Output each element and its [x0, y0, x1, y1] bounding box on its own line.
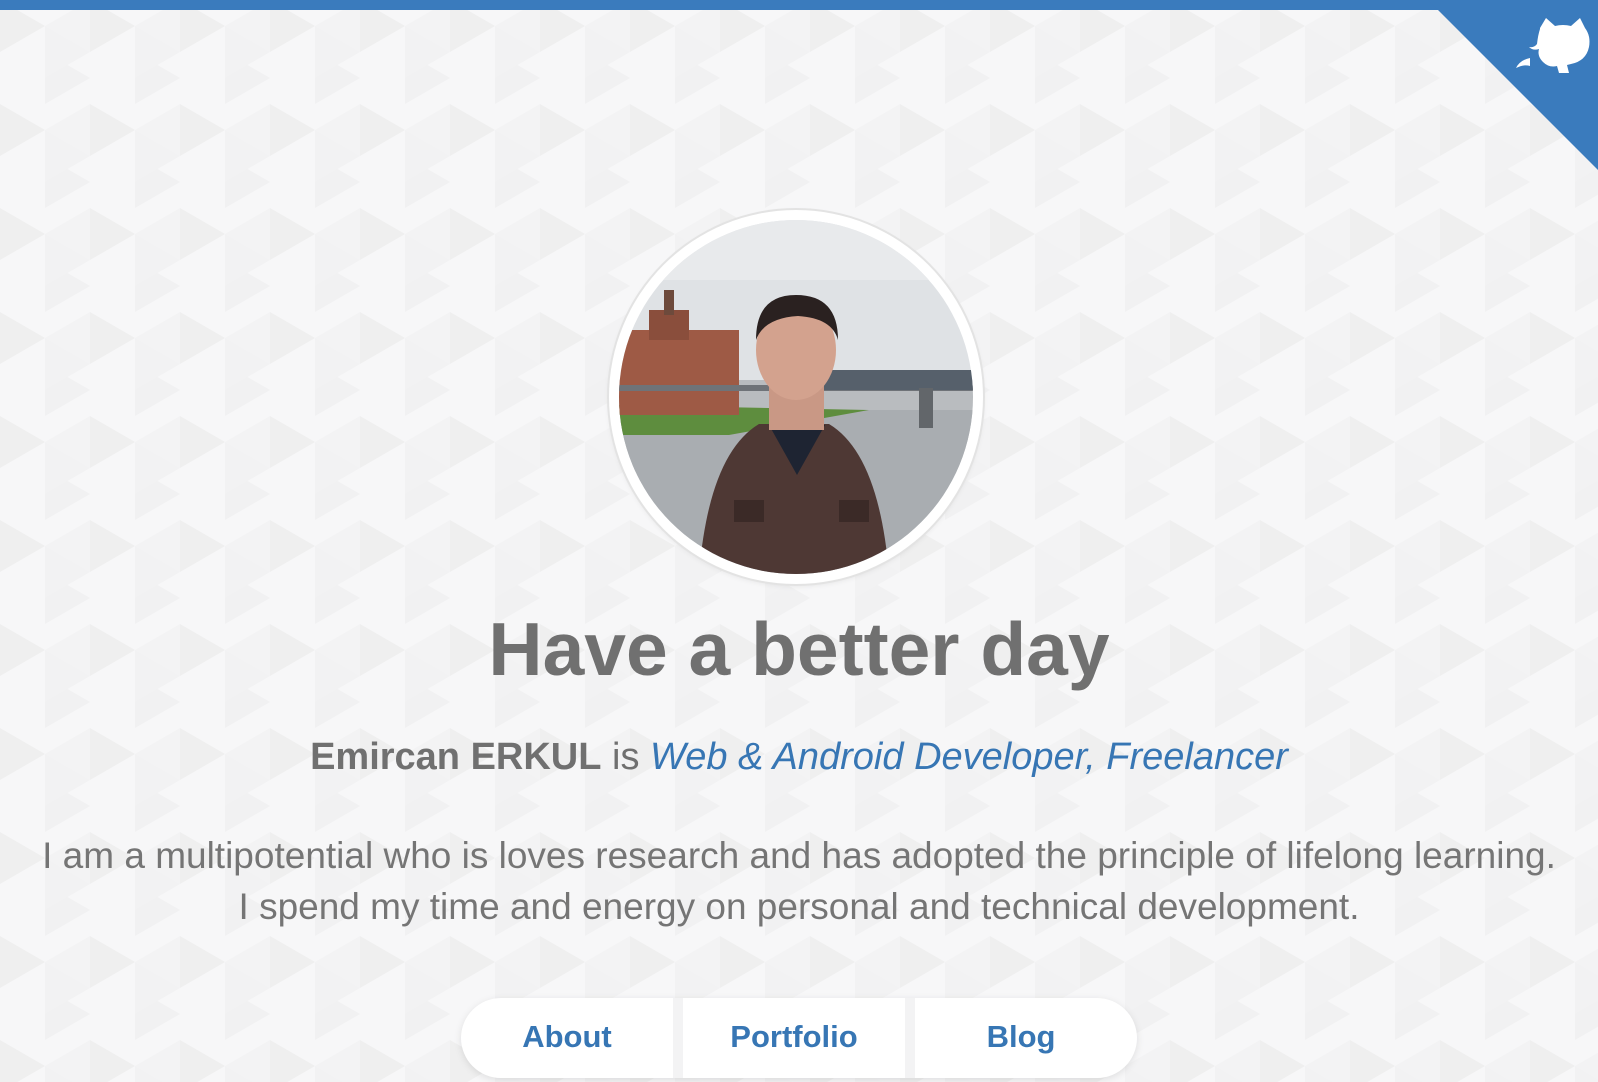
tagline: Emircan ERKUL is Web & Android Developer… — [0, 735, 1598, 781]
nav-divider — [673, 998, 683, 1078]
nav-portfolio-link[interactable]: Portfolio — [683, 998, 905, 1078]
main-nav: About Portfolio Blog — [461, 998, 1137, 1078]
bio-text: I am a multipotential who is loves resea… — [42, 835, 1556, 927]
github-corner-link[interactable] — [1428, 0, 1598, 170]
top-accent-bar — [0, 0, 1598, 10]
profile-photo — [619, 220, 973, 574]
nav-about-link[interactable]: About — [461, 998, 673, 1078]
nav-blog-link[interactable]: Blog — [915, 998, 1127, 1078]
github-octocat-icon — [1428, 0, 1598, 170]
page-title: Have a better day — [488, 607, 1110, 691]
nav-divider — [905, 998, 915, 1078]
author-name: Emircan ERKUL — [310, 736, 602, 778]
author-role: Web & Android Developer, Freelancer — [650, 736, 1288, 778]
tagline-connector: is — [601, 736, 651, 778]
profile-photo-frame — [609, 210, 983, 584]
